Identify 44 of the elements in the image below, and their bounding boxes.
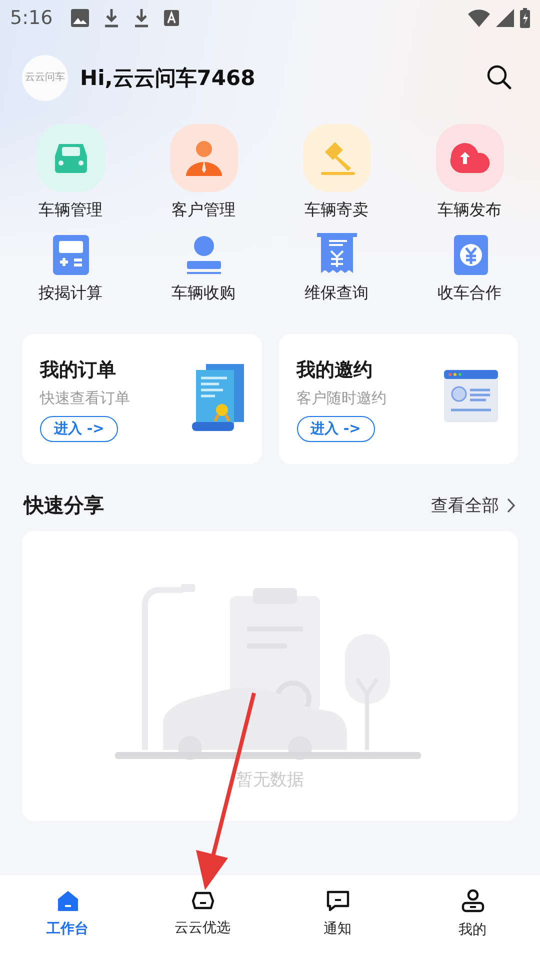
shortcut-item[interactable]: 车辆发布 — [403, 124, 536, 221]
feature-card[interactable]: 我的订单 快速查看订单 进入 -> — [22, 334, 262, 464]
feature-card[interactable]: 我的邀约 客户随时邀约 进入 -> — [278, 334, 518, 464]
greeting-title: Hi,云云问车7468 — [80, 65, 256, 92]
shortcut-item[interactable]: 按揭计算 — [4, 231, 137, 304]
receipt-icon — [316, 233, 356, 275]
signal-icon — [496, 9, 514, 27]
wifi-icon — [468, 9, 490, 27]
cloud-upload-icon — [448, 141, 490, 175]
view-all-link[interactable]: 查看全部 — [431, 494, 516, 517]
section-title: 快速分享 — [24, 492, 104, 519]
card-subtitle: 客户随时邀约 — [296, 388, 386, 408]
enter-button[interactable]: 进入 -> — [40, 416, 118, 442]
nav-tab[interactable]: 工作台 — [0, 875, 135, 960]
shortcut-item[interactable]: 车辆收购 — [137, 231, 270, 304]
image-icon — [70, 9, 89, 27]
home-icon — [56, 890, 78, 912]
status-time: 5:16 — [10, 7, 53, 29]
message-icon — [326, 890, 350, 912]
stamp-icon — [186, 235, 222, 275]
battery-icon — [520, 8, 530, 28]
shortcut-item[interactable]: 车辆寄卖 — [270, 124, 403, 221]
shortcut-item[interactable]: 收车合作 — [403, 231, 536, 304]
card-title: 我的订单 — [40, 358, 116, 382]
font-icon — [164, 10, 179, 26]
nav-tab[interactable]: 云云优选 — [135, 875, 270, 960]
nav-tab[interactable]: 通知 — [270, 875, 405, 960]
certificate-icon — [190, 362, 246, 432]
person-icon — [460, 888, 484, 912]
shortcut-item[interactable]: 客户管理 — [137, 124, 270, 221]
download-icon — [134, 8, 149, 28]
enter-button[interactable]: 进入 -> — [296, 416, 375, 442]
chevron-icon — [507, 498, 516, 513]
search-icon — [486, 64, 512, 90]
nav-tab[interactable]: 我的 — [405, 875, 540, 960]
card-subtitle: 快速查看订单 — [40, 388, 130, 408]
person-icon — [184, 138, 224, 178]
car-icon — [190, 890, 214, 910]
download-icon — [104, 8, 119, 28]
shortcut-item[interactable]: 车辆管理 — [4, 124, 137, 221]
yen-icon — [452, 235, 488, 275]
shortcut-item[interactable]: 维保查询 — [270, 231, 403, 304]
calculator-icon — [52, 235, 88, 275]
card-title: 我的邀约 — [296, 358, 372, 382]
